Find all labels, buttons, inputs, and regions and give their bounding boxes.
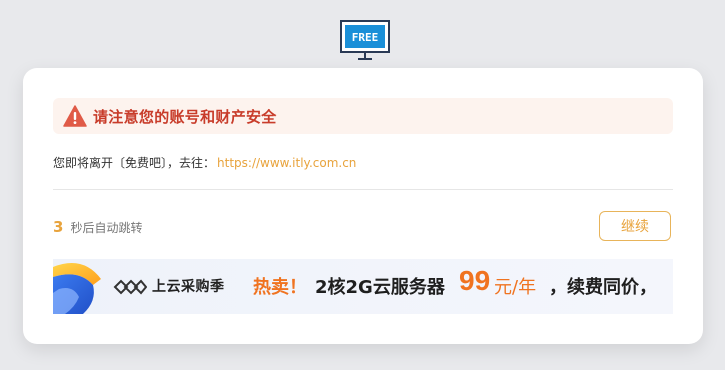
leaving-notice: 您即将离开〔免费吧〕，去往： https://www.itly.com.cn <box>53 154 356 171</box>
warning-triangle-icon <box>63 105 87 127</box>
banner-offer: 2核2G云服务器 <box>315 277 445 298</box>
banner-brand: 上云采购季 <box>152 279 225 295</box>
banner-price: 99 <box>459 265 491 296</box>
banner-hot: 热卖！ <box>253 277 307 298</box>
divider <box>53 189 673 190</box>
leaving-prefix: 您即将离开〔免费吧〕，去往： <box>53 156 216 170</box>
logo-text: FREE <box>352 31 379 44</box>
countdown-label: 秒后自动跳转 <box>70 221 143 235</box>
ad-banner[interactable]: 上云采购季 热卖！ 2核2G云服务器 99 元/年 ，续费同价， <box>53 259 673 314</box>
free-monitor-icon: FREE <box>340 20 390 60</box>
redirect-card: 请注意您的账号和财产安全 您即将离开〔免费吧〕，去往： https://www.i… <box>23 68 703 344</box>
banner-unit: 元/年 <box>494 277 537 298</box>
countdown: 3 秒后自动跳转 <box>53 218 142 236</box>
destination-link[interactable]: https://www.itly.com.cn <box>217 156 356 170</box>
brand-logo-icon <box>113 279 147 295</box>
warning-text: 请注意您的账号和财产安全 <box>93 107 277 126</box>
continue-button[interactable]: 继续 <box>599 211 671 241</box>
cloud-art-icon <box>53 263 101 314</box>
countdown-seconds: 3 <box>53 218 64 236</box>
banner-tail: ，续费同价， <box>549 277 657 298</box>
security-warning: 请注意您的账号和财产安全 <box>53 98 673 134</box>
